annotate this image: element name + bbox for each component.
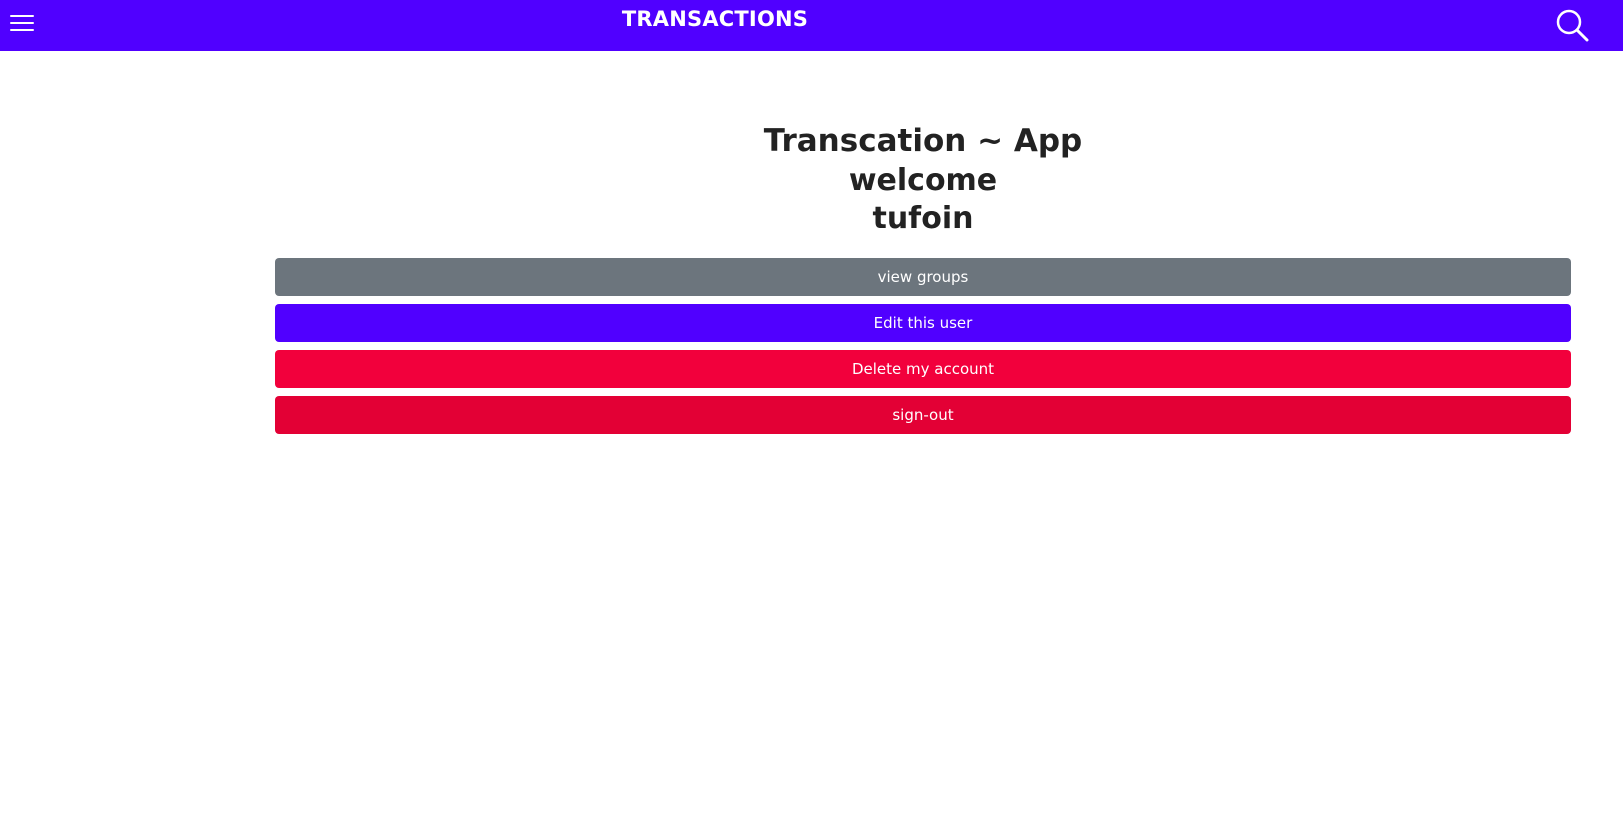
- welcome-header: Transcation ~ App welcome tufoin: [275, 120, 1571, 238]
- delete-account-button[interactable]: Delete my account: [275, 350, 1571, 388]
- edit-user-button[interactable]: Edit this user: [275, 304, 1571, 342]
- menu-icon[interactable]: [10, 12, 34, 34]
- welcome-text: welcome: [848, 163, 998, 198]
- app-title: Transcation ~ App: [763, 123, 1083, 159]
- navbar-title: TRANSACTIONS: [621, 7, 809, 31]
- search-icon[interactable]: [1555, 8, 1589, 42]
- top-navbar: TRANSACTIONS: [0, 0, 1623, 51]
- sign-out-button[interactable]: sign-out: [275, 396, 1571, 434]
- username: tufoin: [872, 201, 974, 236]
- view-groups-button[interactable]: view groups: [275, 258, 1571, 296]
